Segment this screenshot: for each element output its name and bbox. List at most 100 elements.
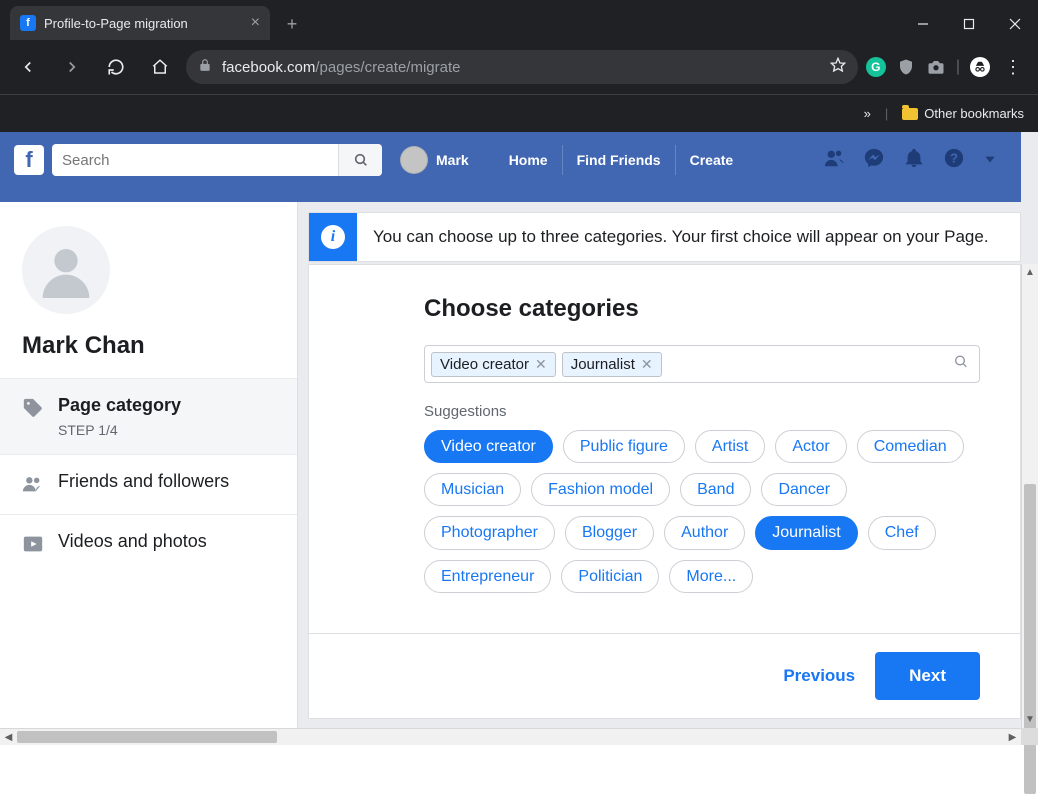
- search-icon: [953, 354, 969, 375]
- suggestion-pill[interactable]: Band: [680, 473, 751, 506]
- vertical-scrollbar-thumb[interactable]: [1024, 484, 1036, 794]
- suggestion-pill[interactable]: Photographer: [424, 516, 555, 549]
- messenger-icon[interactable]: [863, 147, 885, 174]
- close-window-button[interactable]: [992, 8, 1038, 40]
- search-input[interactable]: [62, 152, 338, 169]
- camera-icon[interactable]: [926, 57, 946, 77]
- tag-icon: [22, 397, 44, 419]
- sidebar-step-2[interactable]: Videos and photos: [0, 514, 297, 574]
- suggestion-pill[interactable]: Actor: [775, 430, 846, 463]
- category-panel: Choose categories Video creator✕Journali…: [308, 264, 1021, 634]
- previous-button[interactable]: Previous: [783, 666, 855, 686]
- header-strip: [0, 188, 1021, 202]
- close-tab-icon[interactable]: ×: [251, 14, 260, 32]
- nav-home[interactable]: Home: [495, 145, 562, 175]
- scroll-up-icon[interactable]: ▲: [1022, 264, 1038, 281]
- bookmark-star-icon[interactable]: [830, 57, 846, 77]
- suggestion-pill[interactable]: Journalist: [755, 516, 857, 549]
- browser-toolbar: facebook.com/pages/create/migrate G | ⋮: [0, 40, 1038, 94]
- suggestion-pill[interactable]: Fashion model: [531, 473, 670, 506]
- nav-create[interactable]: Create: [675, 145, 748, 175]
- suggestion-pill[interactable]: Blogger: [565, 516, 654, 549]
- browser-tab[interactable]: f Profile-to-Page migration ×: [10, 6, 270, 40]
- suggestion-pill[interactable]: Artist: [695, 430, 765, 463]
- avatar-icon: [400, 146, 428, 174]
- suggestion-pill[interactable]: Public figure: [563, 430, 685, 463]
- suggestion-pill[interactable]: Video creator: [424, 430, 553, 463]
- nav-find-friends[interactable]: Find Friends: [562, 145, 675, 175]
- back-button[interactable]: [10, 49, 46, 85]
- category-chip: Video creator ✕: [431, 352, 556, 377]
- suggestion-pill[interactable]: Musician: [424, 473, 521, 506]
- category-chip: Journalist✕: [562, 352, 662, 377]
- category-input[interactable]: Video creator✕Journalist✕: [424, 345, 980, 383]
- help-icon[interactable]: ?: [943, 147, 965, 174]
- info-text: You can choose up to three categories. Y…: [357, 213, 1005, 261]
- horizontal-scrollbar-thumb[interactable]: [17, 731, 277, 743]
- next-button[interactable]: Next: [875, 652, 980, 700]
- scroll-left-icon[interactable]: ◀: [0, 729, 17, 745]
- facebook-favicon: f: [20, 15, 36, 31]
- profile-name: Mark Chan: [22, 332, 275, 360]
- incognito-icon[interactable]: [970, 57, 990, 77]
- tab-title: Profile-to-Page migration: [44, 16, 241, 31]
- scroll-right-icon[interactable]: ▶: [1004, 729, 1021, 745]
- svg-text:?: ?: [950, 150, 958, 165]
- remove-chip-icon[interactable]: ✕: [535, 356, 547, 373]
- browser-menu-button[interactable]: ⋮: [998, 57, 1028, 78]
- notifications-icon[interactable]: [903, 147, 925, 174]
- panel-title: Choose categories: [424, 295, 980, 323]
- scroll-down-icon[interactable]: ▼: [1022, 711, 1038, 728]
- suggestion-pill[interactable]: Author: [664, 516, 745, 549]
- chip-label: Video creator: [440, 356, 529, 373]
- home-button[interactable]: [142, 49, 178, 85]
- sidebar-step-0[interactable]: Page category STEP 1/4: [0, 378, 297, 454]
- titlebar: f Profile-to-Page migration × +: [0, 0, 1038, 40]
- info-icon: i: [309, 213, 357, 261]
- suggestion-pill[interactable]: Comedian: [857, 430, 964, 463]
- bookmarks-overflow-icon[interactable]: »: [864, 106, 871, 121]
- step-subtitle: STEP 1/4: [58, 422, 275, 438]
- vertical-scrollbar[interactable]: ▲ ▼: [1021, 264, 1038, 728]
- facebook-logo[interactable]: f: [14, 145, 44, 175]
- facebook-search[interactable]: [52, 144, 382, 176]
- lock-icon: [198, 58, 212, 76]
- profile-avatar: [22, 226, 110, 314]
- main-panel: i You can choose up to three categories.…: [298, 202, 1021, 728]
- reload-button[interactable]: [98, 49, 134, 85]
- remove-chip-icon[interactable]: ✕: [641, 356, 653, 373]
- friend-requests-icon[interactable]: [823, 147, 845, 174]
- url-text: facebook.com/pages/create/migrate: [222, 59, 460, 76]
- suggestion-pill[interactable]: Dancer: [761, 473, 847, 506]
- info-banner: i You can choose up to three categories.…: [308, 212, 1021, 262]
- profile-block: Mark Chan: [0, 202, 297, 378]
- forward-button[interactable]: [54, 49, 90, 85]
- other-bookmarks-folder[interactable]: Other bookmarks: [902, 106, 1024, 121]
- people-icon: [22, 473, 44, 495]
- suggestion-pill[interactable]: Chef: [868, 516, 936, 549]
- facebook-header: f Mark Home Find Friends Create ?: [0, 132, 1021, 188]
- sidebar-step-1[interactable]: Friends and followers: [0, 454, 297, 514]
- facebook-nav: Home Find Friends Create: [495, 145, 748, 175]
- step-title: Page category: [58, 395, 275, 416]
- suggestion-pill[interactable]: Politician: [561, 560, 659, 593]
- grammarly-icon[interactable]: G: [866, 57, 886, 77]
- folder-icon: [902, 108, 918, 120]
- sidebar: Mark Chan Page category STEP 1/4 Friends a…: [0, 202, 298, 728]
- extension-icons: G |: [866, 57, 990, 77]
- new-tab-button[interactable]: +: [278, 10, 306, 38]
- scroll-corner: [1021, 728, 1038, 745]
- horizontal-scrollbar[interactable]: ◀ ▶: [0, 728, 1021, 745]
- footer-buttons: Previous Next: [308, 634, 1021, 719]
- account-menu-icon[interactable]: [983, 150, 997, 171]
- address-bar[interactable]: facebook.com/pages/create/migrate: [186, 50, 858, 84]
- profile-link[interactable]: Mark: [390, 146, 479, 174]
- suggestion-pill[interactable]: More...: [669, 560, 753, 593]
- suggestions-label: Suggestions: [424, 403, 980, 420]
- maximize-button[interactable]: [946, 8, 992, 40]
- minimize-button[interactable]: [900, 8, 946, 40]
- window-controls: [900, 8, 1038, 40]
- suggestion-pill[interactable]: Entrepreneur: [424, 560, 551, 593]
- shield-icon[interactable]: [896, 57, 916, 77]
- search-button[interactable]: [338, 144, 382, 176]
